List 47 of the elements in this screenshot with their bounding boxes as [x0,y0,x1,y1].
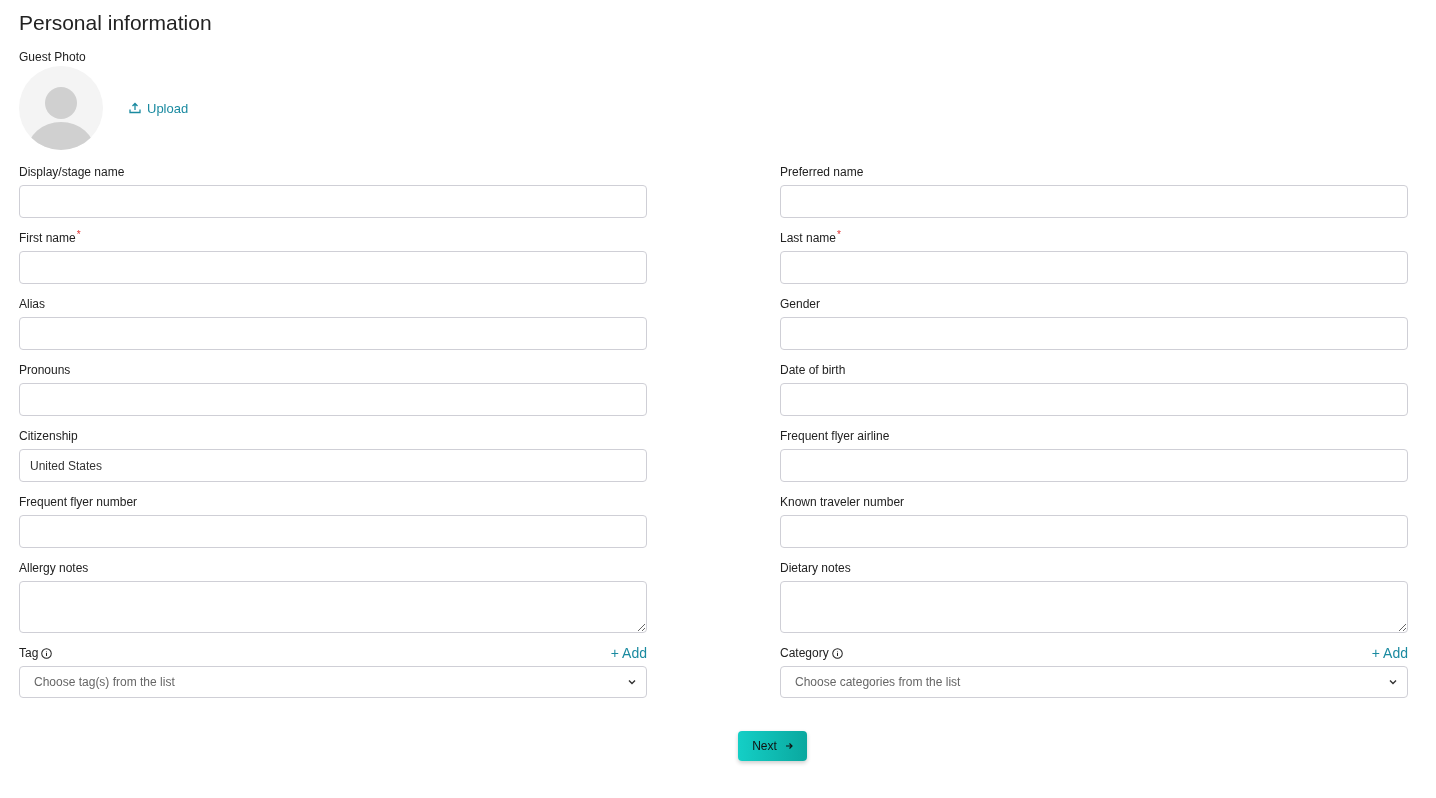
avatar-placeholder-icon [19,66,103,150]
field-label: Preferred name [780,165,864,179]
field-label: Alias [19,297,45,311]
text-input[interactable] [780,251,1408,284]
arrow-right-icon [784,742,793,750]
field-label: Pronouns [19,363,71,377]
text-area[interactable] [780,581,1408,633]
info-icon[interactable] [41,647,53,659]
text-input[interactable] [19,515,647,548]
field-label: Tag [19,646,39,660]
select-dropdown[interactable]: Choose categories from the list [780,666,1408,698]
field-label: Known traveler number [780,495,905,509]
page-title: Personal information [19,10,213,36]
field-label: Guest Photo [19,50,87,64]
text-input[interactable] [19,251,647,284]
field-label: Frequent flyer airline [780,429,890,443]
text-input[interactable]: United States [19,449,647,482]
info-icon[interactable] [831,647,843,659]
upload-icon [129,102,141,114]
text-input[interactable] [19,185,647,218]
chevron-down-icon [628,679,636,685]
text-input[interactable] [19,383,647,416]
text-input[interactable] [780,317,1408,350]
text-input[interactable] [780,449,1408,482]
field-label: First name [19,231,76,245]
field-label: Allergy notes [19,561,89,575]
field-label: Frequent flyer number [19,495,138,509]
required-mark: * [76,230,81,240]
next-button[interactable]: Next [738,731,807,761]
text-input[interactable] [19,317,647,350]
text-input[interactable] [780,383,1408,416]
add-link[interactable]: + Add [1371,645,1408,661]
chevron-down-icon [1389,679,1397,685]
select-dropdown[interactable]: Choose tag(s) from the list [19,666,647,698]
field-label: Gender [780,297,821,311]
field-label: Citizenship [19,429,78,443]
text-area[interactable] [19,581,647,633]
field-label: Category [780,646,829,660]
add-link[interactable]: + Add [610,645,647,661]
field-label: Date of birth [780,363,846,377]
text-input[interactable] [780,515,1408,548]
field-label: Display/stage name [19,165,125,179]
text-input[interactable] [780,185,1408,218]
field-label: Dietary notes [780,561,851,575]
required-mark: * [837,230,841,240]
upload-button[interactable]: Upload [129,100,189,116]
field-label: Last name [780,231,837,245]
